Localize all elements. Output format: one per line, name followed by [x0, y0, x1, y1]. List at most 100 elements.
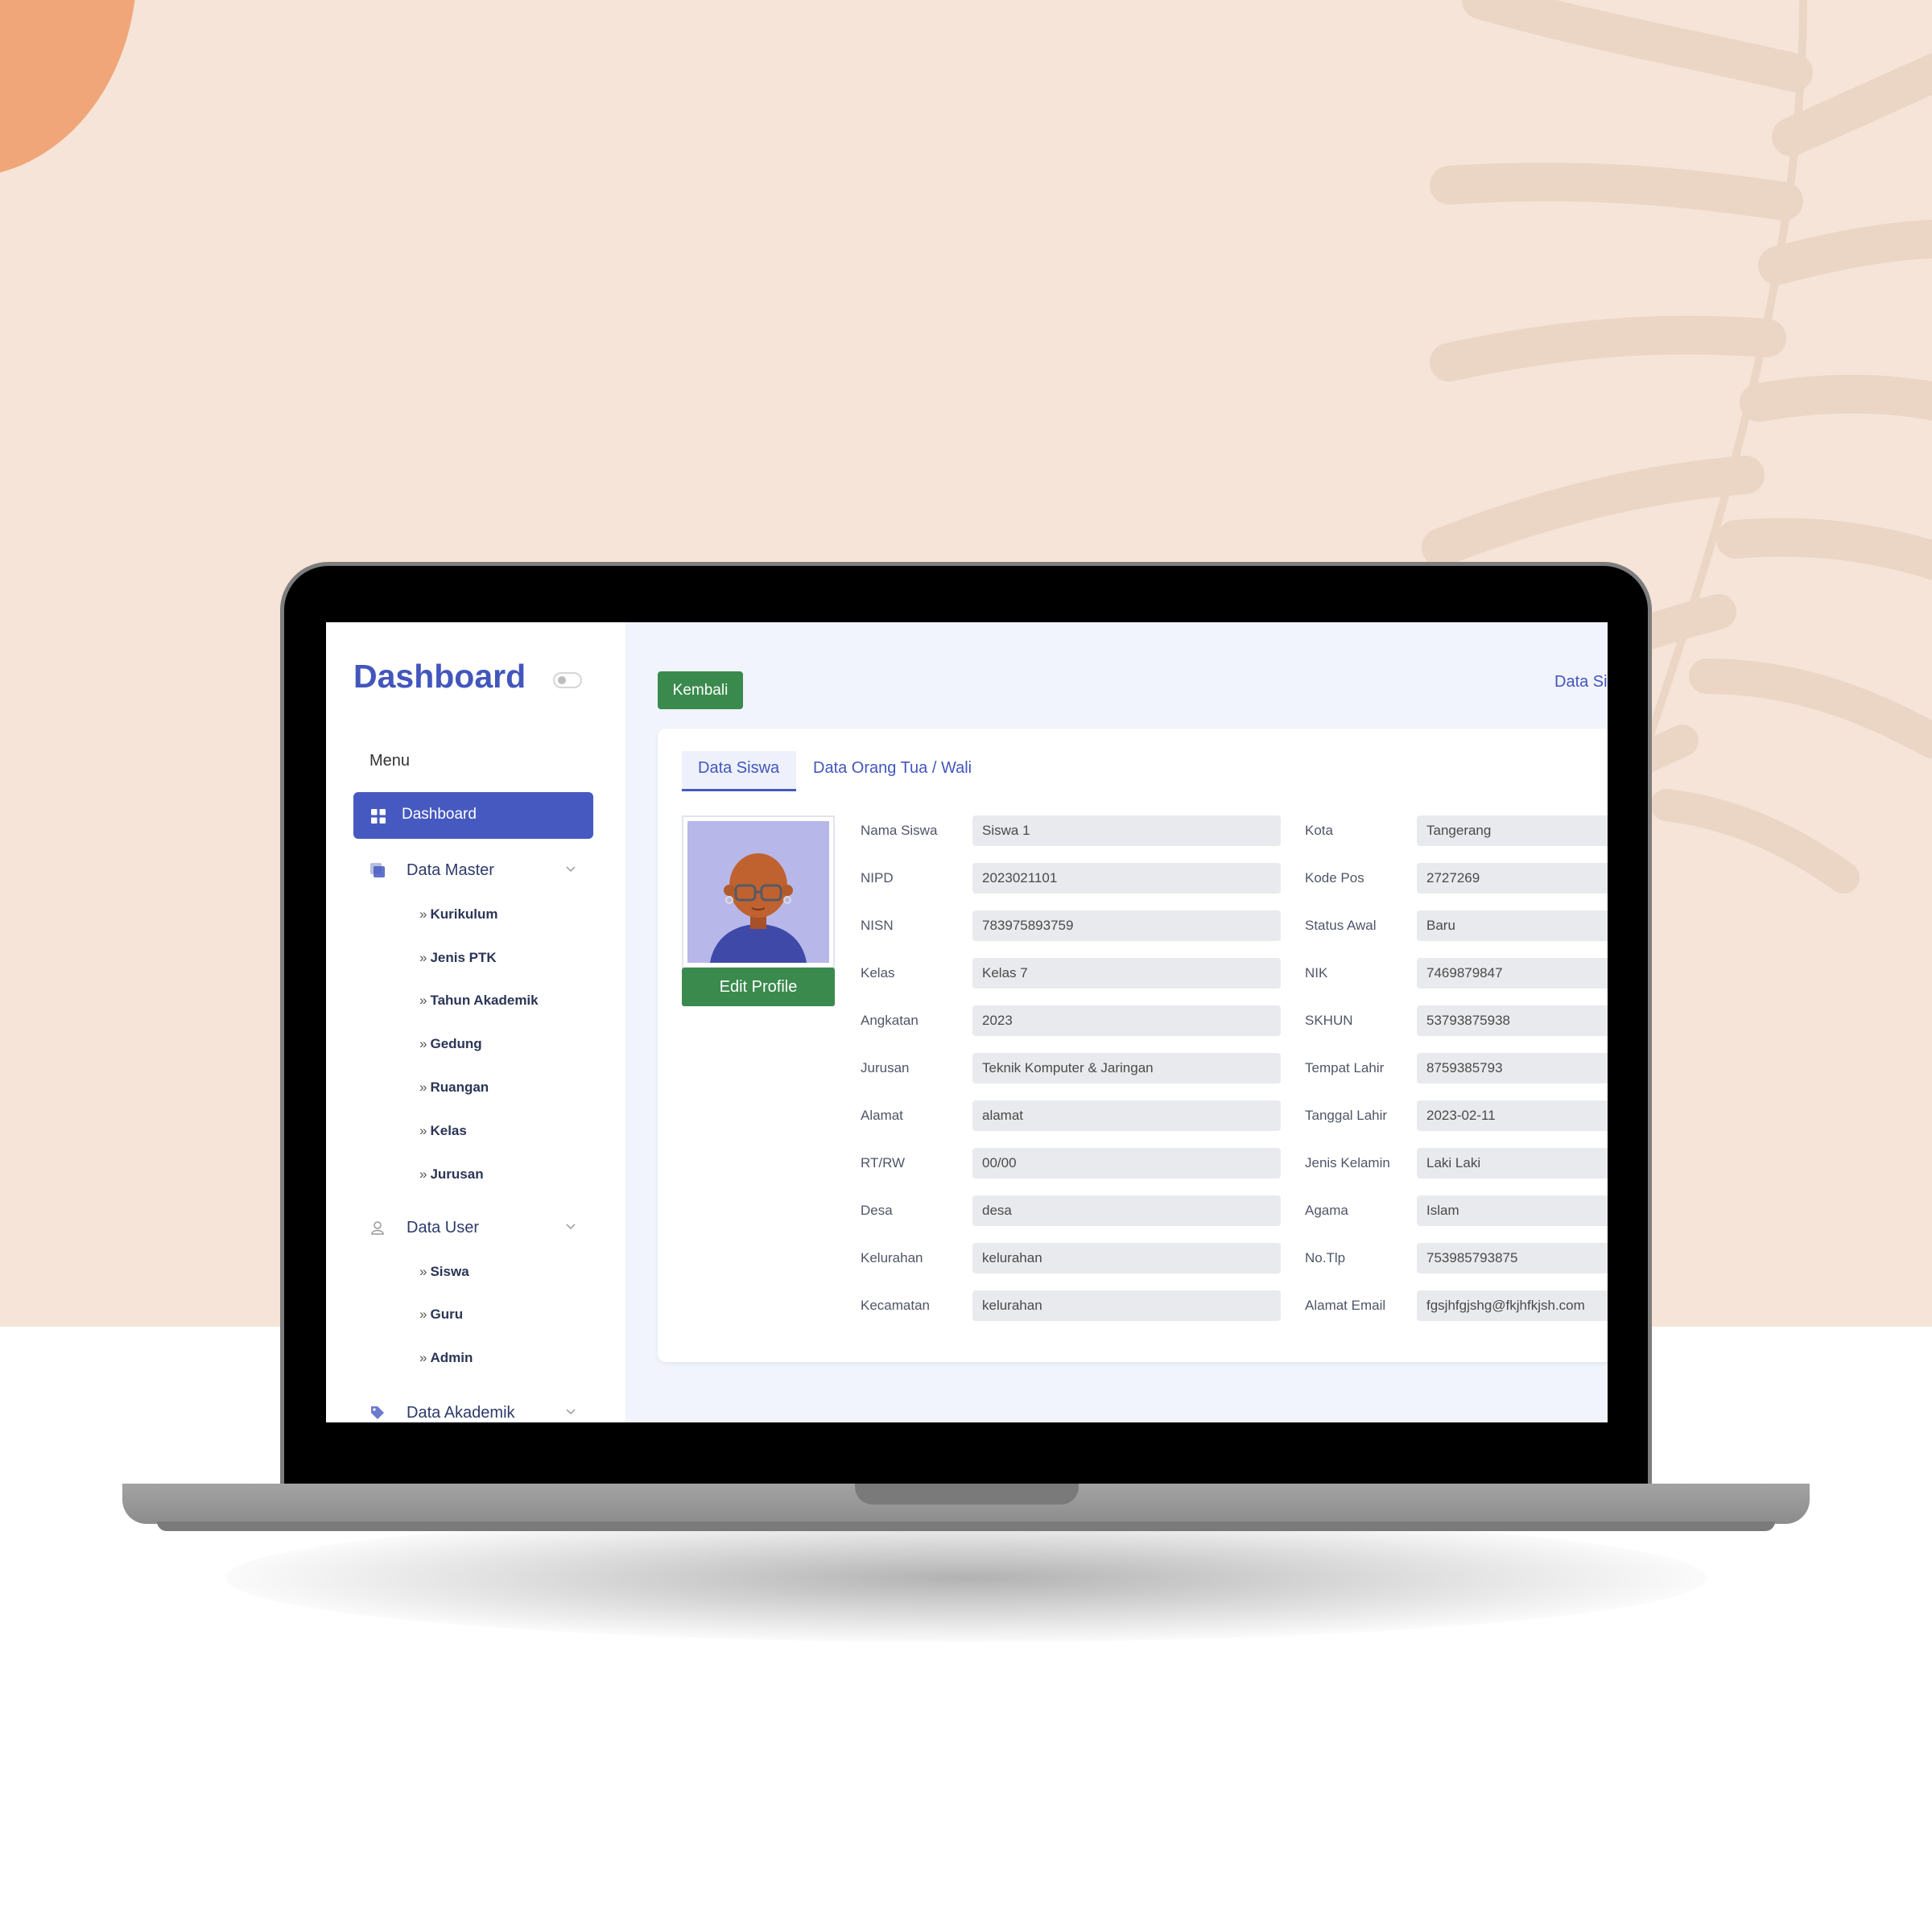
sidebar-item-kurikulum[interactable]: » Kurikulum: [419, 906, 498, 923]
double-chevron-icon: »: [419, 1350, 427, 1365]
tag-icon: [371, 1406, 384, 1419]
field-label: Alamat: [861, 1108, 903, 1123]
field-label: NIPD: [861, 870, 894, 886]
field-label: Tempat Lahir: [1305, 1060, 1385, 1075]
sidebar-item-jurusan[interactable]: » Jurusan: [419, 1166, 484, 1183]
field-label: Desa: [861, 1203, 893, 1218]
field-label: Jenis Kelamin: [1305, 1155, 1390, 1170]
field-label: Kelas: [861, 965, 895, 980]
chevron-down-icon: [566, 866, 576, 873]
field-input[interactable]: [972, 863, 1281, 894]
field-input[interactable]: [972, 1005, 1281, 1036]
laptop-base-lip: [157, 1521, 1775, 1531]
back-button[interactable]: Kembali: [658, 671, 743, 709]
sidebar-item-label: Ruangan: [430, 1080, 489, 1095]
double-chevron-icon: »: [419, 1264, 427, 1279]
tab-data-siswa[interactable]: Data Siswa: [698, 759, 779, 778]
sidebar-item-label: Siswa: [430, 1264, 469, 1279]
field-input[interactable]: [972, 1290, 1281, 1321]
breadcrumb[interactable]: Data Si: [1554, 673, 1608, 691]
field-input[interactable]: [1417, 910, 1608, 941]
sidebar-item-ruangan[interactable]: » Ruangan: [419, 1080, 489, 1096]
field-input[interactable]: [972, 1053, 1281, 1084]
sidebar-item-label: Admin: [430, 1350, 473, 1365]
field-label: Nama Siswa: [861, 823, 938, 838]
sidebar-item-tahun-akademik[interactable]: » Tahun Akademik: [419, 993, 539, 1009]
profile-photo-frame: [682, 815, 835, 968]
sidebar-group-label: Data Master: [407, 861, 494, 879]
sidebar-item-guru[interactable]: » Guru: [419, 1307, 463, 1323]
double-chevron-icon: »: [419, 1166, 427, 1182]
field-label: SKHUN: [1305, 1013, 1353, 1028]
user-icon: [371, 1221, 384, 1235]
field-label: No.Tlp: [1305, 1250, 1346, 1265]
field-input[interactable]: [1417, 1148, 1608, 1179]
field-input[interactable]: [1417, 1243, 1608, 1274]
field-input[interactable]: [1417, 1005, 1608, 1036]
field-label: Kota: [1305, 823, 1333, 838]
field-input[interactable]: [972, 910, 1281, 941]
student-detail-card: Data Siswa Data Orang Tua / Wali Edit Pr…: [658, 729, 1608, 1362]
field-input[interactable]: [972, 958, 1281, 989]
sidebar-group-label: Data User: [407, 1219, 480, 1236]
field-label: Kode Pos: [1305, 870, 1364, 886]
sidebar-item-label: Tahun Akademik: [430, 993, 539, 1008]
sidebar-item-siswa[interactable]: » Siswa: [419, 1264, 469, 1280]
field-input[interactable]: [972, 1195, 1281, 1226]
field-input[interactable]: [1417, 1053, 1608, 1084]
field-input[interactable]: [1417, 815, 1608, 846]
sun-shape: [0, 0, 137, 177]
sidebar-item-admin[interactable]: » Admin: [419, 1350, 473, 1366]
field-input[interactable]: [1417, 1195, 1608, 1226]
sidebar-item-label: Gedung: [430, 1036, 482, 1051]
sidebar-item-label: Guru: [430, 1307, 464, 1322]
tab-underline: [682, 789, 796, 791]
sidebar-item-label: Jenis PTK: [430, 950, 497, 965]
sidebar-group-data-user[interactable]: Data User: [369, 1213, 595, 1242]
field-label: Alamat Email: [1305, 1298, 1386, 1313]
sidebar-group-label: Data Akademik: [407, 1404, 515, 1422]
field-input[interactable]: [1417, 863, 1608, 894]
sidebar-item-label: Kelas: [430, 1123, 467, 1138]
sidebar-item-label: Dashboard: [402, 806, 477, 823]
double-chevron-icon: »: [419, 950, 427, 965]
avatar: [687, 821, 829, 963]
laptop-shadow: [225, 1513, 1707, 1642]
field-input[interactable]: [1417, 1290, 1608, 1321]
field-label: Status Awal: [1305, 918, 1377, 933]
field-input[interactable]: [972, 1243, 1281, 1274]
edit-profile-button[interactable]: Edit Profile: [682, 968, 835, 1006]
menu-title: Menu: [369, 752, 411, 770]
chevron-down-icon: [566, 1409, 576, 1415]
field-label: Tanggal Lahir: [1305, 1108, 1388, 1123]
double-chevron-icon: »: [419, 1123, 427, 1138]
grid-icon: [371, 809, 386, 824]
field-label: Kelurahan: [861, 1250, 923, 1265]
field-label: Kecamatan: [861, 1298, 930, 1313]
sidebar: Dashboard Menu Dashboard Data Master » K…: [326, 622, 625, 1422]
sidebar-item-jenis-ptk[interactable]: » Jenis PTK: [419, 950, 497, 966]
sidebar-group-data-master[interactable]: Data Master: [369, 856, 595, 885]
chevron-down-icon: [566, 1224, 576, 1230]
tab-data-orang-tua[interactable]: Data Orang Tua / Wali: [813, 759, 972, 778]
theme-toggle[interactable]: [553, 672, 582, 688]
sidebar-group-data-akademik[interactable]: Data Akademik: [369, 1398, 595, 1422]
sidebar-item-dashboard[interactable]: Dashboard: [353, 792, 593, 839]
sidebar-item-kelas[interactable]: » Kelas: [419, 1123, 467, 1139]
field-label: Angkatan: [861, 1013, 919, 1028]
avatar-illustration: [710, 853, 807, 963]
sidebar-item-label: Kurikulum: [430, 906, 498, 922]
double-chevron-icon: »: [419, 1307, 427, 1322]
field-label: Agama: [1305, 1203, 1348, 1218]
field-input[interactable]: [972, 815, 1281, 846]
laptop-notch: [855, 1484, 1079, 1505]
toggle-knob: [558, 676, 566, 684]
field-input[interactable]: [972, 1148, 1281, 1179]
field-input[interactable]: [972, 1100, 1281, 1131]
double-chevron-icon: »: [419, 1080, 427, 1095]
brand-title: Dashboard: [353, 658, 526, 695]
sidebar-item-gedung[interactable]: » Gedung: [419, 1036, 482, 1052]
field-label: NIK: [1305, 965, 1328, 980]
field-input[interactable]: [1417, 1100, 1608, 1131]
field-input[interactable]: [1417, 958, 1608, 989]
